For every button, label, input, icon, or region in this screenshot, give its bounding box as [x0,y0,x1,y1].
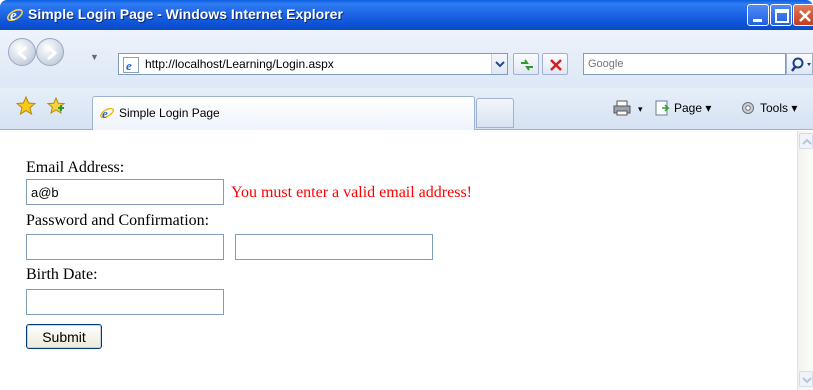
forward-arrow-icon [47,45,58,61]
scroll-up-button[interactable] [799,133,813,149]
chevron-down-icon [495,61,505,68]
tab-label: Simple Login Page [119,106,220,120]
page-content: Email Address: You must enter a valid em… [0,131,797,390]
gear-icon [742,102,754,114]
title-bar: e Simple Login Page - Windows Internet E… [0,0,813,30]
refresh-button[interactable] [513,53,539,75]
add-favorite-icon[interactable] [46,96,66,116]
page-menu-icon [655,100,670,116]
page-menu-button[interactable]: Page ▾ [674,101,711,115]
search-icon [791,57,811,72]
new-tab-button[interactable] [476,98,514,128]
maximize-icon [775,9,789,23]
password-field[interactable] [26,234,224,260]
svg-text:e: e [126,58,132,73]
refresh-icon [521,59,533,71]
svg-text:e: e [10,8,17,24]
chevron-up-icon [802,138,812,145]
svg-text:e: e [102,106,108,121]
search-input[interactable] [584,54,785,74]
favorites-star-icon[interactable] [16,96,36,116]
stop-button[interactable] [542,53,568,75]
ie-logo-icon: e [7,8,23,24]
confirm-password-field[interactable] [235,234,433,260]
email-field[interactable] [26,179,224,205]
tools-menu-button[interactable]: Tools ▾ [760,101,797,115]
window-title: Simple Login Page - Windows Internet Exp… [28,6,343,22]
url-text[interactable]: http://localhost/Learning/Login.aspx [145,57,334,71]
email-label: Email Address: [26,159,125,176]
search-box[interactable] [583,53,786,75]
minimize-icon [753,19,762,22]
forward-button[interactable] [36,38,64,66]
submit-button[interactable]: Submit [26,324,102,349]
stop-icon [550,59,562,71]
print-dropdown-icon[interactable]: ▾ [638,104,643,115]
chevron-down-icon [802,377,812,384]
tab-simple-login-page[interactable]: e Simple Login Page [92,96,475,130]
close-button[interactable] [793,4,813,26]
print-icon[interactable] [613,100,631,116]
birth-date-label: Birth Date: [26,266,98,283]
history-dropdown-icon[interactable]: ▼ [90,52,99,62]
ie-page-icon: e [100,106,114,121]
search-button[interactable] [786,53,813,75]
email-error-message: You must enter a valid email address! [231,184,472,201]
back-arrow-icon [16,45,27,61]
address-dropdown-button[interactable] [491,54,507,74]
minimize-button[interactable] [747,4,769,26]
close-icon [799,10,811,22]
maximize-button[interactable] [770,4,792,26]
password-label: Password and Confirmation: [26,212,210,229]
vertical-scrollbar[interactable] [797,131,813,390]
address-bar[interactable]: e http://localhost/Learning/Login.aspx [118,53,508,75]
page-ie-icon: e [123,57,139,73]
birth-date-field[interactable] [26,289,224,315]
back-button[interactable] [8,38,36,66]
scroll-down-button[interactable] [799,371,813,387]
